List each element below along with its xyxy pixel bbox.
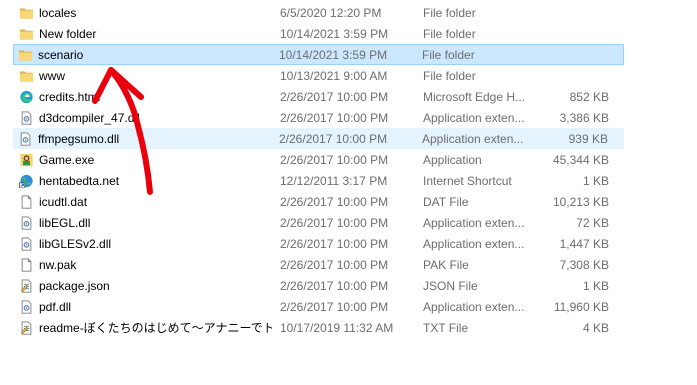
file-name: libEGL.dll: [39, 216, 91, 230]
file-row[interactable]: ffmpegsumo.dll 2/26/2017 10:00 PM Applicat…: [13, 128, 624, 149]
file-date-modified: 2/26/2017 10:00 PM: [279, 132, 388, 146]
notepad-file-icon: [18, 318, 36, 337]
file-date-modified: 2/26/2017 10:00 PM: [280, 111, 389, 125]
dll-icon: [17, 129, 35, 148]
file-row[interactable]: pdf.dll 2/26/2017 10:00 PM Application ext…: [0, 296, 697, 317]
file-row[interactable]: hentabedta.net 12/12/2011 3:17 PM Internet…: [0, 170, 697, 191]
file-name: icudtl.dat: [39, 195, 88, 209]
file-date-modified: 2/26/2017 10:00 PM: [280, 300, 389, 314]
file-list: locales 6/5/2020 12:20 PM File folder New f…: [0, 2, 697, 338]
file-name: New folder: [39, 27, 97, 41]
dll-icon: [18, 234, 36, 253]
blank-file-icon: [18, 192, 36, 211]
file-type: Microsoft Edge H...: [423, 90, 524, 104]
folder-icon: [18, 3, 36, 22]
file-date-modified: 2/26/2017 10:00 PM: [280, 258, 389, 272]
file-date-modified: 12/12/2011 3:17 PM: [280, 174, 388, 188]
file-name: ffmpegsumo.dll: [38, 132, 120, 146]
folder-icon: [18, 66, 36, 85]
notepad-file-icon: [18, 276, 36, 295]
file-size: 1,447 KB: [559, 237, 609, 251]
file-type: Application exten...: [422, 132, 523, 146]
dll-icon: [18, 213, 36, 232]
game-exe-icon: [18, 150, 36, 169]
dll-icon: [18, 108, 36, 127]
file-size: 7,308 KB: [559, 258, 609, 272]
file-type: File folder: [423, 6, 476, 20]
file-size: 4 KB: [582, 321, 609, 335]
file-size: 852 KB: [569, 90, 609, 104]
file-type: DAT File: [423, 195, 469, 209]
file-row[interactable]: libEGL.dll 2/26/2017 10:00 PM Application …: [0, 212, 697, 233]
file-row[interactable]: scenario 10/14/2021 3:59 PM File folder: [13, 44, 624, 65]
file-date-modified: 10/13/2021 9:00 AM: [280, 69, 388, 83]
file-size: 939 KB: [568, 132, 608, 146]
internet-shortcut-icon: [18, 171, 36, 190]
file-type: File folder: [423, 27, 476, 41]
file-size: 1 KB: [582, 279, 609, 293]
folder-icon: [18, 24, 36, 43]
file-name: Game.exe: [39, 153, 95, 167]
file-date-modified: 2/26/2017 10:00 PM: [280, 279, 389, 293]
file-row[interactable]: New folder 10/14/2021 3:59 PM File folder: [0, 23, 697, 44]
file-type: Application: [423, 153, 482, 167]
file-date-modified: 2/26/2017 10:00 PM: [280, 237, 389, 251]
folder-icon: [17, 45, 35, 64]
file-type: JSON File: [423, 279, 478, 293]
file-type: TXT File: [423, 321, 469, 335]
file-type: File folder: [422, 48, 475, 62]
file-type: Application exten...: [423, 111, 524, 125]
file-name: package.json: [39, 279, 110, 293]
file-row[interactable]: Game.exe 2/26/2017 10:00 PM Application 45,…: [0, 149, 697, 170]
file-name: www: [39, 69, 65, 83]
file-row[interactable]: credits.html 2/26/2017 10:00 PM Microsoft …: [0, 86, 697, 107]
file-type: Application exten...: [423, 237, 524, 251]
file-row[interactable]: libGLESv2.dll 2/26/2017 10:00 PM Applicati…: [0, 233, 697, 254]
file-name: d3dcompiler_47.dll: [39, 111, 140, 125]
blank-file-icon: [18, 255, 36, 274]
file-type: Internet Shortcut: [423, 174, 512, 188]
dll-icon: [18, 297, 36, 316]
file-name: locales: [39, 6, 77, 20]
file-row[interactable]: d3dcompiler_47.dll 2/26/2017 10:00 PM Appl…: [0, 107, 697, 128]
file-date-modified: 2/26/2017 10:00 PM: [280, 90, 389, 104]
file-name: libGLESv2.dll: [39, 237, 112, 251]
file-size: 72 KB: [576, 216, 609, 230]
edge-icon: [18, 87, 36, 106]
file-name: credits.html: [39, 90, 101, 104]
file-row[interactable]: icudtl.dat 2/26/2017 10:00 PM DAT File 10,2…: [0, 191, 697, 212]
file-size: 11,960 KB: [553, 300, 609, 314]
file-name: nw.pak: [39, 258, 77, 272]
file-name: scenario: [38, 48, 84, 62]
file-date-modified: 10/14/2021 3:59 PM: [279, 48, 388, 62]
file-date-modified: 6/5/2020 12:20 PM: [280, 6, 382, 20]
file-date-modified: 2/26/2017 10:00 PM: [280, 153, 389, 167]
file-row[interactable]: readme-ぼくたちのはじめて〜アナニーでト... 10/17/2019 11:…: [0, 317, 697, 338]
file-size: 3,386 KB: [559, 111, 609, 125]
file-size: 45,344 KB: [552, 153, 609, 167]
file-size: 10,213 KB: [552, 195, 609, 209]
file-type: File folder: [423, 69, 476, 83]
file-row[interactable]: www 10/13/2021 9:00 AM File folder: [0, 65, 697, 86]
file-name: pdf.dll: [39, 300, 72, 314]
file-date-modified: 2/26/2017 10:00 PM: [280, 216, 389, 230]
file-row[interactable]: nw.pak 2/26/2017 10:00 PM PAK File 7,308 KB: [0, 254, 697, 275]
file-name: hentabedta.net: [39, 174, 120, 188]
file-type: PAK File: [423, 258, 469, 272]
file-date-modified: 10/14/2021 3:59 PM: [280, 27, 389, 41]
file-row[interactable]: locales 6/5/2020 12:20 PM File folder: [0, 2, 697, 23]
file-date-modified: 10/17/2019 11:32 AM: [280, 321, 394, 335]
file-size: 1 KB: [582, 174, 609, 188]
file-row[interactable]: package.json 2/26/2017 10:00 PM JSON File 1…: [0, 275, 697, 296]
file-type: Application exten...: [423, 300, 524, 314]
file-name: readme-ぼくたちのはじめて〜アナニーでト...: [39, 321, 272, 335]
file-date-modified: 2/26/2017 10:00 PM: [280, 195, 389, 209]
file-type: Application exten...: [423, 216, 524, 230]
